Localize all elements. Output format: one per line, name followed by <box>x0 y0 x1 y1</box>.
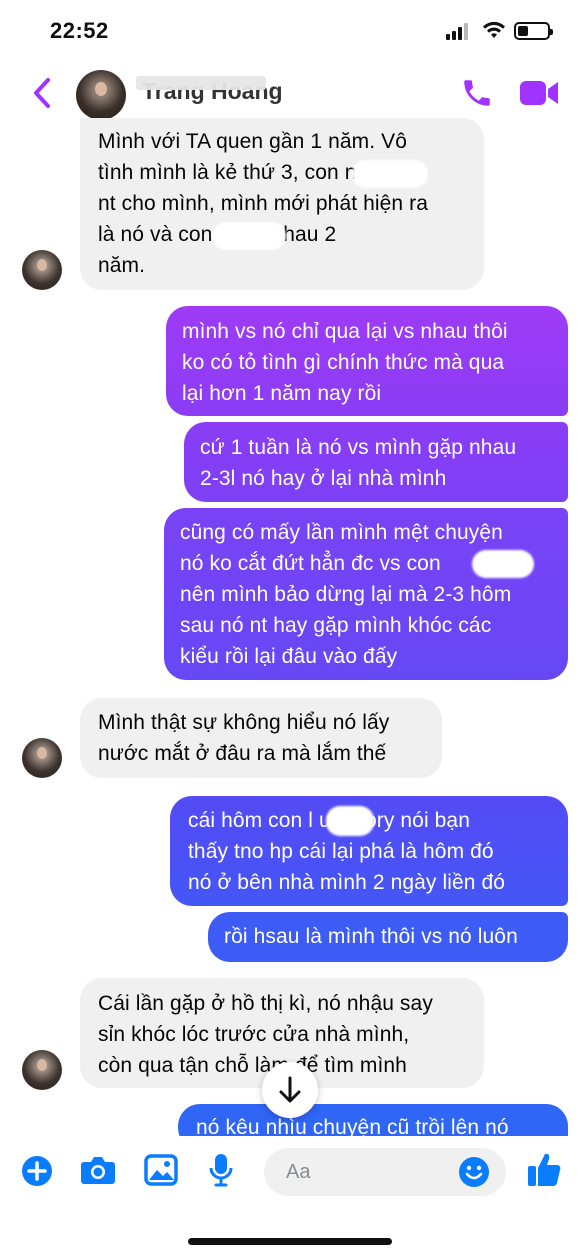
message-line: lại hơn 1 năm nay rồi <box>182 382 382 405</box>
message-line: thấy tno hp cái lại phá là hôm đó <box>188 840 494 863</box>
message-line: ko có tỏ tình gì chính thức mà qua <box>182 351 505 374</box>
message-outgoing[interactable]: cứ 1 tuần là nó vs mình gặp nhau 2-3l nó… <box>184 422 568 502</box>
avatar[interactable] <box>22 250 62 290</box>
signal-icon <box>446 22 470 40</box>
plus-icon[interactable] <box>20 1154 54 1188</box>
redaction <box>352 160 428 188</box>
avatar[interactable] <box>76 70 126 120</box>
video-icon[interactable] <box>518 78 560 108</box>
message-line: Mình với TA quen gần 1 năm. Vô <box>98 130 408 153</box>
message-line: mình vs nó chỉ qua lại vs nhau thôi <box>182 320 508 343</box>
message-line: sỉn khóc lóc trước cửa nhà mình, <box>98 1023 410 1046</box>
message-line: kiểu rồi lại đâu vào đấy <box>180 645 398 668</box>
call-icon[interactable] <box>460 76 494 110</box>
message-line: nước mắt ở đâu ra mà lắm thế <box>98 742 387 765</box>
message-outgoing[interactable]: mình vs nó chỉ qua lại vs nhau thôi ko c… <box>166 306 568 416</box>
message-line: nó ở bên nhà mình 2 ngày liền đó <box>188 871 506 894</box>
redaction <box>472 550 534 578</box>
battery-icon <box>514 22 553 40</box>
message-line: 2-3l nó hay ở lại nhà mình <box>200 467 447 490</box>
microphone-icon[interactable] <box>208 1152 234 1188</box>
message-line: năm. <box>98 254 146 277</box>
composer: Aa <box>0 1136 580 1255</box>
redaction <box>326 806 374 836</box>
message-incoming[interactable]: Mình với TA quen gần 1 năm. Vô tình mình… <box>80 118 484 290</box>
redaction <box>212 222 286 250</box>
name-redaction <box>136 76 266 90</box>
input-placeholder: Aa <box>286 1161 311 1183</box>
message-line: Cái lần gặp ở hồ thị kì, nó nhậu say <box>98 992 433 1015</box>
message-line: cũng có mấy lần mình mệt chuyện <box>180 521 503 544</box>
message-line: sau nó nt hay gặp mình khóc các <box>180 614 492 637</box>
message-outgoing[interactable]: rồi hsau là mình thôi vs nó luôn <box>208 912 568 962</box>
like-icon[interactable] <box>526 1150 562 1188</box>
status-bar: 22:52 <box>0 0 580 62</box>
avatar[interactable] <box>22 1050 62 1090</box>
chat-header: Trang Hoang <box>0 62 580 124</box>
message-outgoing[interactable]: cũng có mấy lần mình mệt chuyện nó ko cắ… <box>164 508 568 680</box>
message-line: cứ 1 tuần là nó vs mình gặp nhau <box>200 436 517 459</box>
message-input[interactable]: Aa <box>264 1148 506 1196</box>
status-time: 22:52 <box>50 18 109 43</box>
message-line: nt cho mình, mình mới phát hiện ra <box>98 192 428 215</box>
message-line: nên mình bảo dừng lại mà 2-3 hôm <box>180 583 512 606</box>
gallery-icon[interactable] <box>144 1154 178 1186</box>
back-icon[interactable] <box>28 76 56 110</box>
message-line: Mình thật sự không hiểu nó lấy <box>98 711 390 734</box>
avatar[interactable] <box>22 738 62 778</box>
camera-icon[interactable] <box>80 1154 116 1186</box>
scroll-to-bottom-button[interactable] <box>262 1062 318 1118</box>
arrow-down-icon <box>279 1076 301 1103</box>
message-incoming[interactable]: Mình thật sự không hiểu nó lấy nước mắt … <box>80 698 442 778</box>
emoji-icon[interactable] <box>458 1156 490 1188</box>
wifi-icon <box>483 21 505 38</box>
home-indicator <box>188 1238 392 1245</box>
message-line: rồi hsau là mình thôi vs nó luôn <box>224 925 518 948</box>
